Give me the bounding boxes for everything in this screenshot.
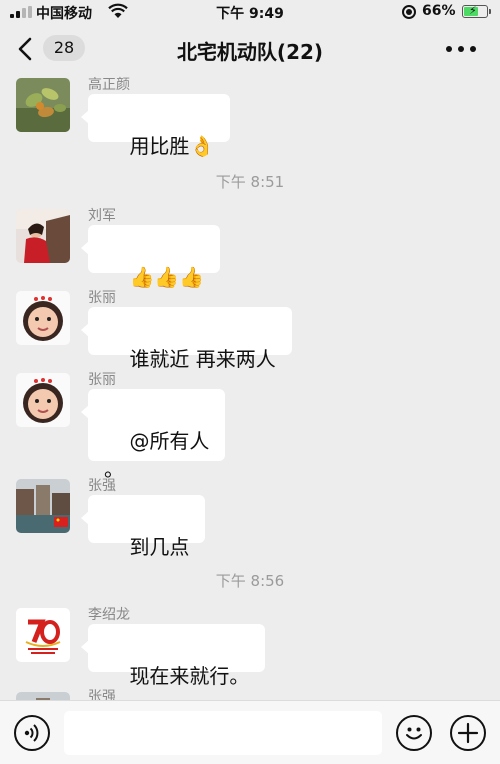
message-bubble[interactable]: @所有人 。 bbox=[80, 389, 226, 481]
message-item: 张丽 谁就近 再来两人 bbox=[0, 287, 500, 371]
emoji: 👌 bbox=[189, 134, 215, 158]
plus-icon[interactable] bbox=[450, 715, 486, 751]
charging-bolt-icon: ⚡ bbox=[469, 4, 477, 17]
message-item: 张强 bbox=[0, 684, 500, 700]
message-item: 高正颜 用比胜👌 bbox=[0, 74, 500, 158]
avatar[interactable] bbox=[16, 291, 70, 345]
time-divider: 下午 8:56 bbox=[215, 572, 285, 590]
time-divider: 下午 8:51 bbox=[215, 173, 285, 191]
sender-name: 张强 bbox=[88, 689, 116, 700]
chat-header: 28 北宅机动队(22) bbox=[0, 24, 500, 74]
message-text: @所有人 。 bbox=[104, 429, 210, 481]
sender-name: 高正颜 bbox=[88, 77, 130, 93]
avatar[interactable] bbox=[16, 78, 70, 132]
message-item: 张丽 @所有人 。 bbox=[0, 369, 500, 481]
message-text: 谁就近 再来两人 bbox=[129, 347, 276, 371]
chat-title: 北宅机动队(22) bbox=[176, 40, 324, 64]
sender-name: 张丽 bbox=[88, 290, 116, 306]
message-bubble[interactable]: 谁就近 再来两人 bbox=[81, 307, 292, 371]
battery-charging-icon: ⚡ bbox=[462, 4, 491, 18]
message-text: 用比胜 bbox=[129, 134, 190, 158]
battery-percent: 66% bbox=[422, 3, 456, 19]
orientation-lock-icon bbox=[402, 5, 416, 19]
avatar[interactable] bbox=[16, 209, 70, 263]
emoji-icon[interactable] bbox=[396, 715, 432, 751]
sender-name: 张丽 bbox=[88, 372, 116, 388]
message-bubble[interactable]: 现在来就行。 bbox=[80, 624, 266, 688]
avatar[interactable] bbox=[16, 479, 70, 533]
avatar[interactable] bbox=[16, 373, 70, 427]
message-input[interactable] bbox=[64, 711, 382, 755]
avatar[interactable] bbox=[16, 608, 70, 662]
message-bubble[interactable]: 用比胜👌 bbox=[80, 94, 231, 158]
message-item: 张强 到几点 bbox=[0, 475, 500, 559]
input-bar bbox=[0, 700, 500, 764]
voice-icon[interactable] bbox=[14, 715, 50, 751]
message-item: 刘军 👍👍👍 bbox=[0, 205, 500, 289]
avatar[interactable] bbox=[16, 692, 70, 700]
sender-name: 张强 bbox=[88, 478, 116, 494]
message-text: 到几点 bbox=[129, 535, 190, 559]
message-bubble[interactable]: 👍👍👍 bbox=[80, 225, 221, 289]
sender-name: 李绍龙 bbox=[88, 607, 130, 623]
more-dots-icon[interactable] bbox=[446, 46, 476, 52]
message-bubble[interactable]: 到几点 bbox=[80, 495, 206, 559]
emoji: 👍👍👍 bbox=[129, 265, 205, 289]
sender-name: 刘军 bbox=[88, 208, 116, 224]
message-item: 李绍龙 现在来就行。 bbox=[0, 604, 500, 688]
status-bar: 中国移动 下午 9:49 66% ⚡ bbox=[0, 0, 500, 24]
